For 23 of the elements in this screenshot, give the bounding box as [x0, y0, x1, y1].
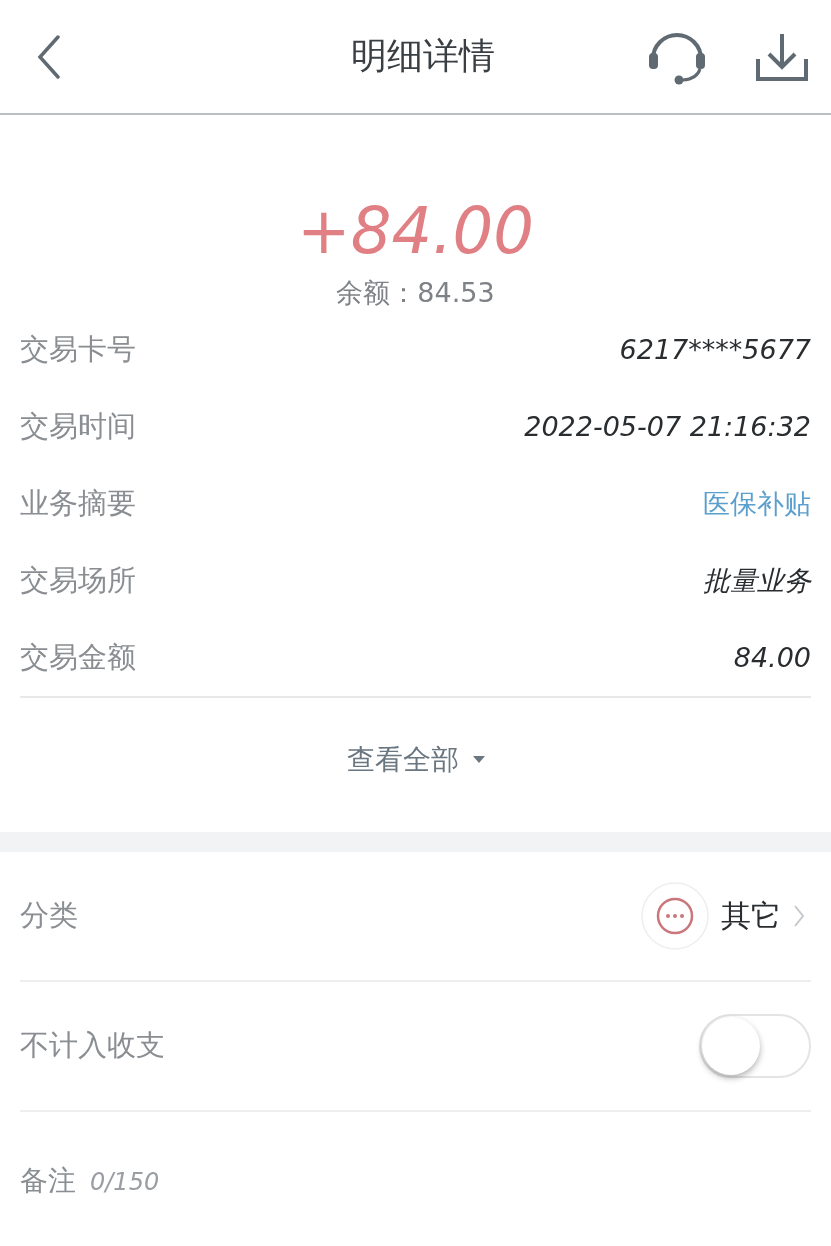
balance: 余额：84.53: [335, 276, 496, 310]
detail-value: 84.00: [733, 642, 811, 673]
character-counter: 0/150: [90, 1168, 160, 1196]
amount: +84.00: [296, 199, 535, 263]
category-value[interactable]: 其它: [721, 895, 781, 937]
detail-link[interactable]: 医保补贴: [703, 485, 811, 522]
more-icon[interactable]: [641, 882, 709, 950]
detail-label: 交易金额: [20, 638, 136, 676]
detail-label: 交易时间: [20, 407, 136, 445]
view-all-link[interactable]: 查看全部: [346, 741, 459, 779]
page-title: 明细详情: [350, 34, 495, 78]
setting-label: 分类: [20, 897, 78, 934]
detail-value: 批量业务: [703, 563, 811, 598]
detail-value: 2022-05-07 21:16:32: [524, 411, 811, 442]
toggle-switch[interactable]: [699, 1014, 811, 1078]
detail-value: 6217****5677: [619, 334, 811, 365]
caret-icon: [472, 756, 485, 764]
back-icon[interactable]: [36, 34, 62, 79]
detail-label: 交易卡号: [20, 330, 136, 368]
setting-label: 不计入收支: [20, 1027, 165, 1064]
detail-label: 业务摘要: [20, 484, 136, 522]
note-label: 备注: [20, 1163, 76, 1199]
detail-label: 交易场所: [20, 561, 136, 599]
